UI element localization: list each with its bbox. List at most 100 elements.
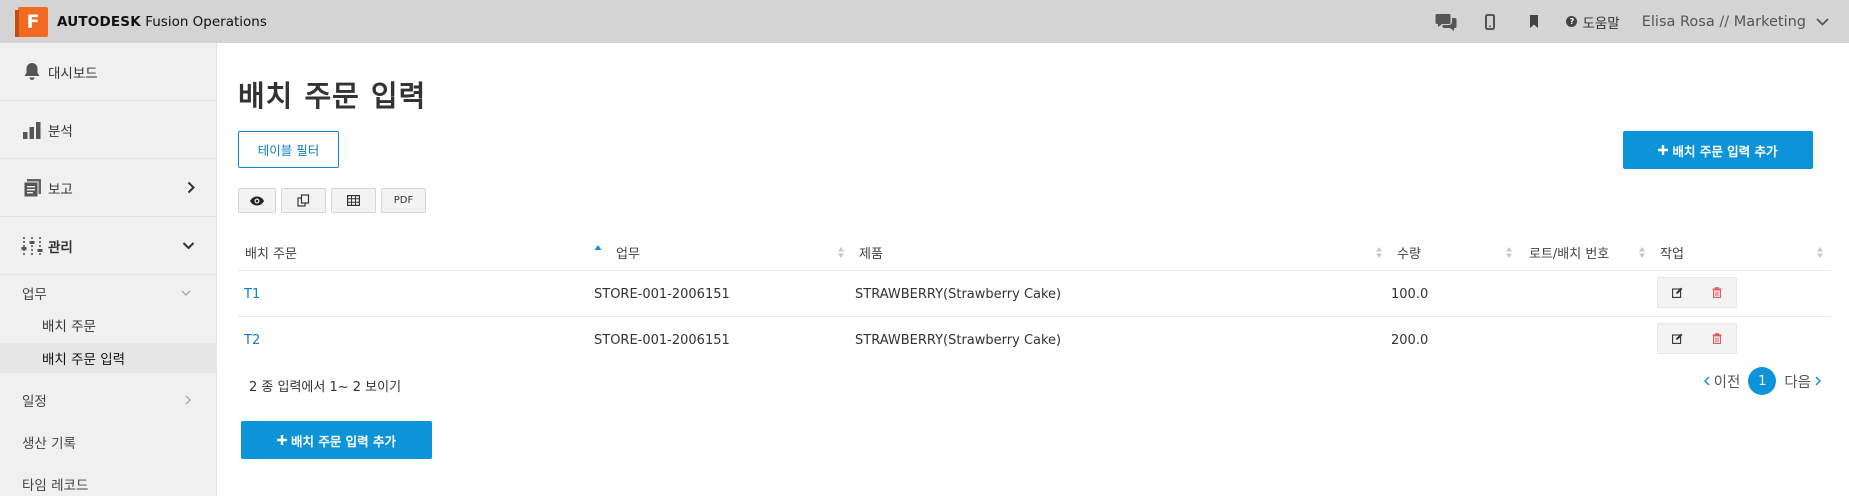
sidebar-item-label: 생산 기록 <box>22 436 76 452</box>
top-bar: F AUTODESK Fusion Operations ? 도움말 Elisa… <box>0 0 1849 43</box>
trash-icon <box>1712 287 1721 298</box>
sidebar-item-label: 일정 <box>22 394 47 410</box>
sidebar-subitem-production-records[interactable]: 생산 기록 <box>0 427 217 457</box>
sort-icon <box>1506 247 1512 258</box>
next-page-label: 다음 <box>1784 374 1811 391</box>
previous-page-button[interactable]: 이전 <box>1703 371 1741 392</box>
column-header-product[interactable]: 제품 <box>859 235 883 270</box>
column-header-quantity[interactable]: 수량 <box>1397 235 1421 270</box>
plus-icon <box>276 435 287 445</box>
column-header-lot-number[interactable]: 로트/배치 번호 <box>1529 235 1609 270</box>
button-label: 배치 주문 입력 추가 <box>290 433 397 449</box>
plus-icon <box>1658 145 1669 155</box>
sidebar-item-label: 관리 <box>48 239 73 256</box>
mobile-icon[interactable] <box>1468 0 1512 43</box>
edit-icon <box>1672 287 1683 298</box>
delete-button[interactable] <box>1697 324 1736 353</box>
copy-icon <box>297 194 310 207</box>
sidebar-item-label: 타임 레코드 <box>22 478 89 494</box>
quantity-cell: 200.0 <box>1391 332 1429 348</box>
sidebar-item-label: 배치 주문 입력 <box>42 352 126 368</box>
sidebar-item-management[interactable]: 관리 <box>0 217 217 275</box>
chevron-down-icon <box>181 290 191 296</box>
table-icon <box>347 195 360 206</box>
sidebar-item-dashboard[interactable]: 대시보드 <box>0 43 217 101</box>
edit-button[interactable] <box>1658 278 1697 307</box>
sort-icon <box>838 247 844 258</box>
edit-button[interactable] <box>1658 324 1697 353</box>
brand-name: AUTODESK Fusion Operations <box>57 14 267 30</box>
sort-icon <box>1639 247 1645 258</box>
user-menu[interactable]: Elisa Rosa // Marketing <box>1642 14 1829 30</box>
edit-icon <box>1672 333 1683 344</box>
product-cell: STRAWBERRY(Strawberry Cake) <box>855 332 1062 348</box>
main-content: 배치 주문 입력 테이블 필터 배치 주문 입력 추가 PDF 배치 주문 업무… <box>238 43 1831 496</box>
sidebar-item-label: 분석 <box>48 123 73 140</box>
bell-icon <box>21 62 43 81</box>
pagination: 이전 1 다음 <box>1703 367 1821 395</box>
sidebar-item-label: 보고 <box>48 181 73 198</box>
sidebar: 대시보드 분석 보고 관리 업무 배치 주문 배치 주문 입력 일정 생산 기록 <box>0 43 217 496</box>
quantity-cell: 100.0 <box>1391 286 1429 302</box>
chevron-left-icon <box>1703 376 1710 386</box>
brand[interactable]: F AUTODESK Fusion Operations <box>15 6 267 37</box>
previous-page-label: 이전 <box>1713 374 1741 391</box>
table-row: T2 STORE-001-2006151 STRAWBERRY(Strawber… <box>238 316 1831 362</box>
job-cell: STORE-001-2006151 <box>594 332 730 348</box>
trash-icon <box>1712 333 1721 344</box>
copy-button[interactable] <box>281 188 326 213</box>
user-label: Elisa Rosa // Marketing <box>1641 13 1806 30</box>
batch-order-link[interactable]: T2 <box>244 317 260 363</box>
column-header-batch-order[interactable]: 배치 주문 <box>245 235 297 270</box>
sort-icon <box>1817 247 1823 258</box>
button-label: 배치 주문 입력 추가 <box>1672 143 1778 159</box>
add-batch-order-input-button-bottom[interactable]: 배치 주문 입력 추가 <box>241 421 432 459</box>
chat-icon[interactable] <box>1424 0 1468 43</box>
sort-asc-icon <box>594 245 602 250</box>
sidebar-leaf-batch-order[interactable]: 배치 주문 <box>0 310 217 340</box>
next-page-button[interactable]: 다음 <box>1784 371 1821 392</box>
pdf-export-button[interactable]: PDF <box>381 188 426 213</box>
table-row: T1 STORE-001-2006151 STRAWBERRY(Strawber… <box>238 270 1831 316</box>
chevron-right-icon <box>185 395 191 405</box>
chevron-right-icon <box>187 181 195 194</box>
sidebar-item-label: 배치 주문 <box>42 319 96 335</box>
chevron-right-icon <box>1815 376 1821 386</box>
help-link[interactable]: ? 도움말 <box>1566 12 1620 32</box>
report-icon <box>21 178 43 198</box>
bookmark-icon[interactable] <box>1512 0 1556 43</box>
excel-export-button[interactable] <box>331 188 376 213</box>
sidebar-item-label: 업무 <box>22 287 47 303</box>
sidebar-item-label: 대시보드 <box>48 65 98 82</box>
sort-icon <box>1376 247 1382 258</box>
sidebar-item-analysis[interactable]: 분석 <box>0 101 217 159</box>
column-header-job[interactable]: 업무 <box>616 235 640 270</box>
delete-button[interactable] <box>1697 278 1736 307</box>
batch-order-link[interactable]: T1 <box>244 271 260 317</box>
bar-chart-icon <box>21 121 43 139</box>
table-filter-button[interactable]: 테이블 필터 <box>238 131 339 168</box>
current-page-button[interactable]: 1 <box>1748 367 1777 395</box>
row-actions <box>1657 323 1737 354</box>
sidebar-leaf-batch-order-input[interactable]: 배치 주문 입력 <box>0 343 217 373</box>
table-header: 배치 주문 업무 제품 수량 로트/배치 번호 작업 <box>238 235 1831 270</box>
sidebar-subitem-schedule[interactable]: 일정 <box>0 385 217 415</box>
column-visibility-button[interactable] <box>238 188 276 213</box>
page-title: 배치 주문 입력 <box>238 79 427 113</box>
table-tools: PDF <box>238 188 426 213</box>
help-icon: ? <box>1566 16 1578 27</box>
app-logo: F <box>15 6 48 37</box>
sidebar-subitem-jobs[interactable]: 업무 <box>0 278 217 308</box>
sidebar-subitem-time-records[interactable]: 타임 레코드 <box>0 469 217 499</box>
table-summary: 2 종 입력에서 1~ 2 보이기 <box>249 380 402 395</box>
brand-bold: AUTODESK <box>57 13 141 30</box>
chevron-down-icon <box>182 241 195 249</box>
add-batch-order-input-button[interactable]: 배치 주문 입력 추가 <box>1623 131 1813 169</box>
help-label: 도움말 <box>1582 15 1620 32</box>
chevron-down-icon <box>1816 17 1829 26</box>
column-header-actions[interactable]: 작업 <box>1660 235 1684 270</box>
eye-icon <box>250 196 264 205</box>
sidebar-item-reports[interactable]: 보고 <box>0 159 217 217</box>
job-cell: STORE-001-2006151 <box>594 286 730 302</box>
row-actions <box>1657 277 1737 308</box>
